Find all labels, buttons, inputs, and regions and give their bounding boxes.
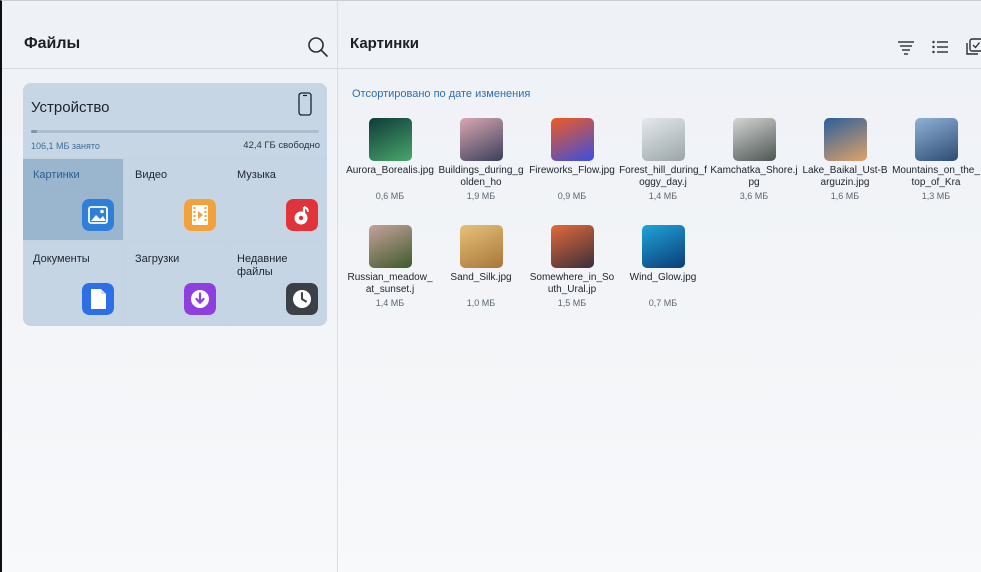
file-size: 1,0 МБ (466, 298, 496, 308)
file-size: 3,6 МБ (739, 191, 769, 201)
file-name: Kamchatka_Shore.jpg (710, 165, 798, 188)
file-size: 0,6 МБ (375, 191, 405, 201)
file-size: 1,4 МБ (375, 298, 405, 308)
file-name: Wind_Glow.jpg (629, 272, 697, 283)
category-downloads[interactable]: Загрузки (125, 243, 225, 324)
file-item[interactable]: Wind_Glow.jpg 0,7 МБ (619, 225, 707, 308)
image-icon (82, 199, 114, 231)
file-thumbnail (459, 225, 503, 268)
phone-icon (298, 92, 312, 116)
files-app-window: Файлы Устройство 106,1 МБ занято 42,4 ГБ… (0, 0, 981, 572)
file-name: Forest_hill_during_foggy_day.j (619, 165, 707, 188)
file-item[interactable]: Somewhere_in_South_Ural.jp 1,5 МБ (528, 225, 616, 308)
category-music[interactable]: Музыка (227, 159, 327, 240)
category-recent-files[interactable]: Недавние файлы (227, 243, 327, 324)
file-name: Mountains_on_the_top_of_Kra (892, 165, 980, 188)
storage-progress-fill (31, 130, 37, 133)
file-name: Buildings_during_golden_ho (438, 165, 524, 188)
search-icon[interactable] (306, 35, 330, 59)
category-label: Музыка (237, 169, 276, 181)
file-thumbnail (823, 118, 867, 161)
download-icon (184, 283, 216, 315)
multi-select-icon[interactable] (964, 37, 981, 57)
file-name: Lake_Baikal_Ust-Barguzin.jpg (802, 165, 888, 188)
file-size: 1,6 МБ (830, 191, 860, 201)
file-size: 1,3 МБ (921, 191, 951, 201)
sidebar: Файлы Устройство 106,1 МБ занято 42,4 ГБ… (2, 1, 338, 572)
document-icon (82, 283, 114, 315)
file-name: Sand_Silk.jpg (450, 272, 512, 283)
file-item[interactable]: Buildings_during_golden_ho 1,9 МБ (437, 118, 525, 201)
file-thumbnail (914, 118, 958, 161)
music-icon (286, 199, 318, 231)
file-thumbnail (732, 118, 776, 161)
file-item[interactable]: Sand_Silk.jpg 1,0 МБ (437, 225, 525, 308)
storage-progress-bar (31, 130, 319, 133)
device-title: Устройство (31, 99, 110, 116)
file-size: 1,5 МБ (557, 298, 587, 308)
file-name: Fireworks_Flow.jpg (529, 165, 615, 176)
file-item[interactable]: Russian_meadow_at_sunset.j 1,4 МБ (346, 225, 434, 308)
file-item[interactable]: Aurora_Borealis.jpg 0,6 МБ (346, 118, 434, 201)
category-label: Картинки (33, 169, 80, 181)
content-header: Картинки (338, 1, 981, 69)
file-thumbnail (641, 225, 685, 268)
file-thumbnail (459, 118, 503, 161)
file-size: 0,7 МБ (648, 298, 678, 308)
file-item[interactable]: Mountains_on_the_top_of_Kra 1,3 МБ (892, 118, 980, 201)
file-thumbnail (368, 118, 412, 161)
file-item[interactable]: Kamchatka_Shore.jpg 3,6 МБ (710, 118, 798, 201)
category-label: Документы (33, 253, 90, 265)
storage-used-text: 106,1 МБ занято (31, 141, 100, 151)
file-thumbnail (368, 225, 412, 268)
device-storage-card: Устройство 106,1 МБ занято 42,4 ГБ свобо… (23, 83, 327, 326)
film-icon (184, 199, 216, 231)
category-documents[interactable]: Документы (23, 243, 123, 324)
file-name: Aurora_Borealis.jpg (346, 165, 434, 176)
clock-icon (286, 283, 318, 315)
category-label: Загрузки (135, 253, 180, 265)
filter-icon[interactable] (896, 37, 916, 57)
device-storage-summary[interactable]: Устройство 106,1 МБ занято 42,4 ГБ свобо… (23, 83, 327, 157)
sort-order-label[interactable]: Отсортировано по дате изменения (352, 88, 530, 100)
storage-free-text: 42,4 ГБ свободно (243, 140, 320, 151)
app-title: Файлы (24, 35, 81, 52)
page-title: Картинки (350, 35, 420, 52)
file-size: 1,4 МБ (648, 191, 678, 201)
file-thumbnail (641, 118, 685, 161)
category-label: Недавние файлы (237, 253, 288, 278)
sidebar-header: Файлы (2, 1, 338, 69)
file-item[interactable]: Forest_hill_during_foggy_day.j 1,4 МБ (619, 118, 707, 201)
file-size: 1,9 МБ (466, 191, 496, 201)
category-video[interactable]: Видео (125, 159, 225, 240)
file-size: 0,9 МБ (557, 191, 587, 201)
category-label: Видео (135, 169, 168, 181)
file-thumbnail (550, 225, 594, 268)
category-images[interactable]: Картинки (23, 159, 123, 240)
list-view-icon[interactable] (930, 37, 950, 57)
file-item[interactable]: Fireworks_Flow.jpg 0,9 МБ (528, 118, 616, 201)
file-item[interactable]: Lake_Baikal_Ust-Barguzin.jpg 1,6 МБ (801, 118, 889, 201)
file-name: Russian_meadow_at_sunset.j (347, 272, 433, 295)
file-thumbnail (550, 118, 594, 161)
file-name: Somewhere_in_South_Ural.jp (529, 272, 615, 295)
